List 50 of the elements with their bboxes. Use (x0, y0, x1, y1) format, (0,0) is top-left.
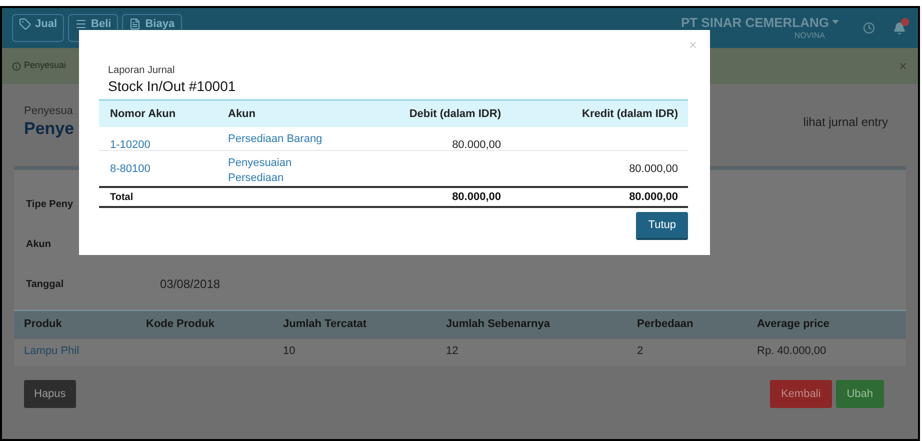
close-icon[interactable] (898, 61, 908, 71)
delete-button[interactable]: Hapus (24, 380, 76, 408)
credit-amount: 80.000,00 (629, 163, 678, 175)
total-debit: 80.000,00 (451, 190, 502, 205)
caret-icon (832, 20, 839, 24)
column-header: Produk (24, 317, 63, 332)
total-credit: 80.000,00 (628, 190, 679, 205)
column-header: Perbedaan (637, 317, 694, 332)
total-label: Total (109, 190, 134, 204)
field-value: 03/08/2018 (160, 276, 220, 293)
table-cell: 2 (637, 345, 644, 358)
journal-entry-link[interactable]: lihat jurnal entry (803, 113, 888, 131)
close-button[interactable]: Tutup (636, 212, 688, 240)
column-header: Debit (dalam IDR) (408, 106, 502, 122)
page-title: Penye (24, 118, 74, 140)
column-header: Average price (757, 317, 830, 332)
nav-button[interactable]: Jual (12, 14, 64, 42)
account-name-link[interactable]: Persediaan Barang (228, 132, 380, 147)
history-icon[interactable] (863, 22, 875, 34)
menu-icon (75, 18, 88, 30)
table-cell: Rp. 40.000,00 (757, 345, 826, 358)
column-header: Nomor Akun (109, 106, 177, 122)
tag-icon (19, 18, 31, 30)
column-header: Kredit (dalam IDR) (581, 106, 679, 122)
document-icon (129, 18, 142, 30)
modal-title: Stock In/Out #10001 (108, 77, 237, 95)
account-number-link[interactable]: 1-10200 (110, 139, 150, 151)
column-header: Akun (227, 106, 256, 122)
column-header: Jumlah Tercatat (283, 317, 368, 332)
table-cell: 10 (283, 345, 296, 358)
notification-icon[interactable] (893, 22, 906, 34)
account-number-link[interactable]: 8-80100 (110, 163, 150, 175)
field-label: Akun (26, 238, 52, 252)
product-link[interactable]: Lampu Phil (24, 345, 80, 358)
back-button[interactable]: Kembali (770, 380, 832, 408)
table-cell: 12 (446, 345, 458, 358)
account-name-link[interactable]: Penyesuaian (228, 156, 380, 171)
debit-amount: 80.000,00 (452, 139, 501, 151)
column-header: Jumlah Sebenarnya (446, 317, 551, 332)
info-icon (12, 62, 21, 70)
alert-text: Penyesuai (24, 59, 66, 72)
close-icon[interactable] (688, 40, 698, 50)
page-subtitle: Penyesua (24, 104, 74, 118)
edit-button[interactable]: Ubah (836, 380, 884, 408)
user-name: NOVINA (794, 30, 825, 42)
company-name[interactable]: PT SINAR CEMERLANG (680, 14, 829, 30)
account-name-link[interactable]: Persediaan (228, 171, 380, 186)
modal-subtitle: Laporan Jurnal (108, 65, 176, 77)
column-header: Kode Produk (146, 317, 216, 332)
field-label: Tanggal (26, 278, 65, 292)
